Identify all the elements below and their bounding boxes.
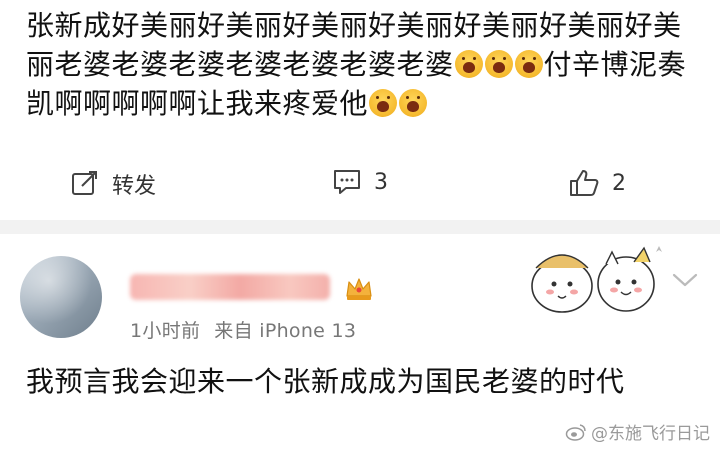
comment-count: 3 (374, 169, 388, 195)
comment-text: 我预言我会迎来一个张新成成为国民老婆的时代 (26, 365, 625, 398)
post-actions: 转发 3 2 (0, 160, 720, 208)
comment-item: 1小时前 来自 iPhone 13 我预言我会迎来一个张新成成为国民老婆的时代 (0, 234, 720, 450)
comment-time: 1小时前 (130, 320, 201, 342)
crying-emoji-icon (454, 50, 483, 78)
chevron-down-icon[interactable] (670, 270, 700, 290)
comment-source: 来自 iPhone 13 (214, 320, 357, 342)
avatar[interactable] (20, 256, 102, 338)
sticker-decoration-icon (531, 246, 662, 313)
watermark-text: @东施飞行日记 (591, 424, 710, 444)
crown-badge-icon (346, 278, 372, 300)
section-divider (0, 220, 720, 234)
comment-meta: 1小时前 来自 iPhone 13 (130, 316, 356, 343)
username-blurred[interactable] (130, 274, 330, 300)
thumbs-up-icon (570, 170, 599, 196)
like-count: 2 (612, 170, 626, 196)
weibo-post: 张新成好美丽好美丽好美丽好美丽好美丽好美丽好美丽老婆老婆老婆老婆老婆老婆老婆 付辛… (0, 0, 720, 220)
crying-emoji-icon (514, 50, 543, 78)
comment-button[interactable]: 3 (332, 168, 388, 196)
crying-emoji-icon (369, 89, 398, 117)
post-text: 张新成好美丽好美丽好美丽好美丽好美丽好美丽好美丽老婆老婆老婆老婆老婆老婆老婆 付辛… (26, 6, 706, 123)
comment-icon (334, 170, 360, 194)
crying-emoji-icon (484, 50, 513, 78)
like-button[interactable]: 2 (568, 168, 626, 198)
weibo-logo-icon (565, 423, 586, 441)
repost-button[interactable]: 转发 (70, 168, 156, 200)
repost-icon (72, 171, 97, 195)
avatar-image (20, 256, 102, 338)
watermark: @东施飞行日记 (565, 419, 710, 444)
repost-label: 转发 (112, 174, 157, 199)
crying-emoji-icon (399, 89, 428, 117)
